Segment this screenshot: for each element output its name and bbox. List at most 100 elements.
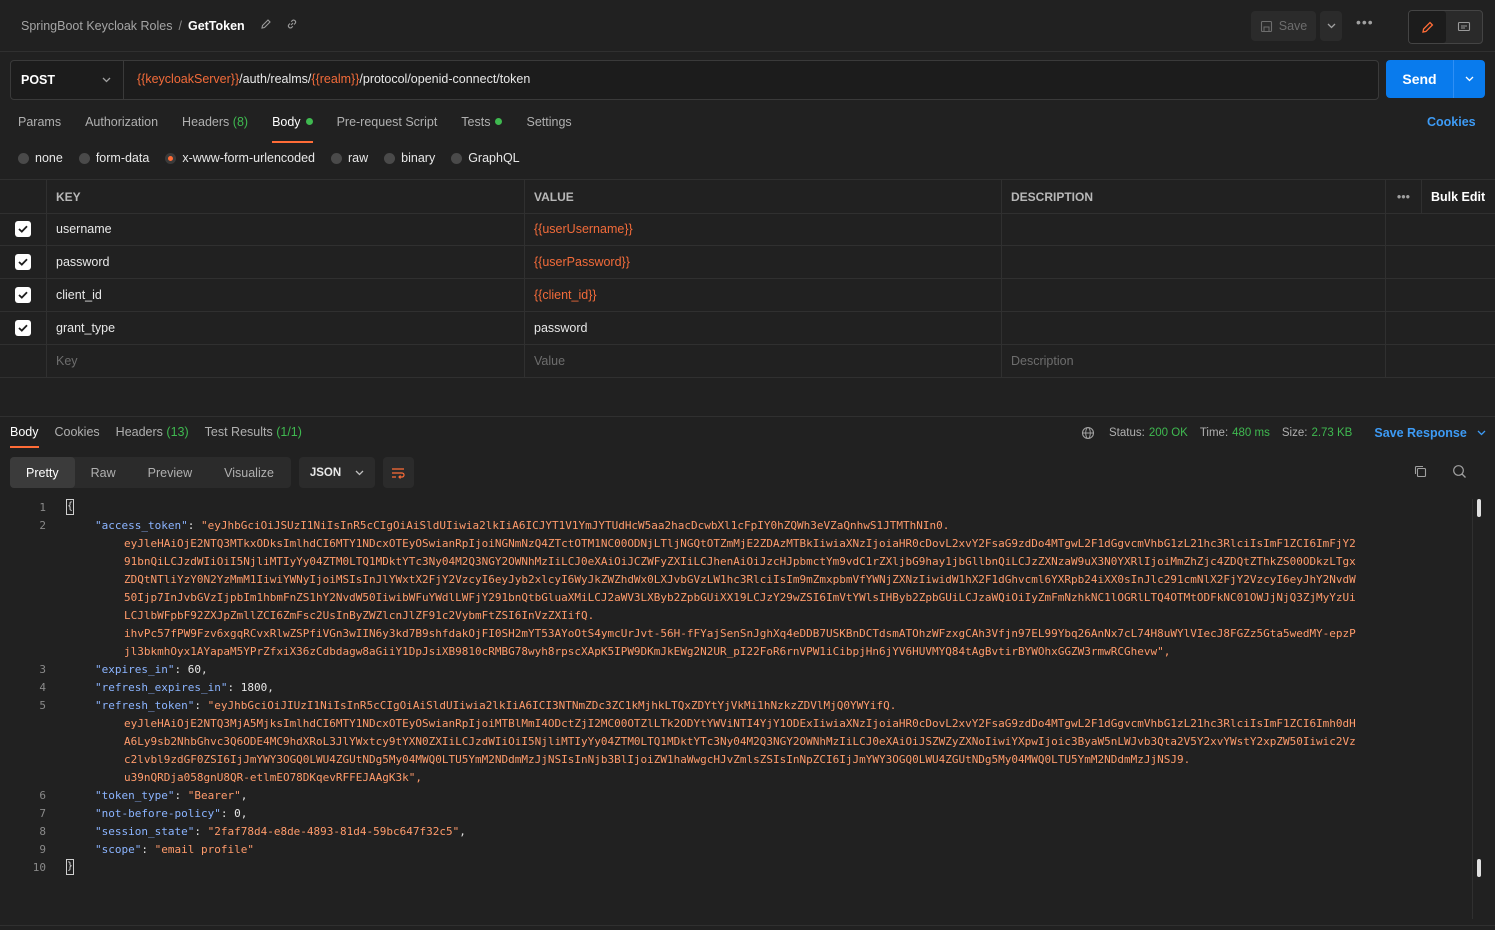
row-checkbox[interactable] — [15, 253, 31, 270]
tab-response-headers[interactable]: Headers (13) — [116, 425, 189, 439]
param-description[interactable] — [1002, 311, 1386, 344]
bulk-edit-button[interactable]: Bulk Edit — [1422, 180, 1495, 213]
radio-graphql[interactable]: GraphQL — [451, 151, 520, 165]
radio-x-www-form-urlencoded[interactable]: x-www-form-urlencoded — [165, 151, 315, 165]
new-description-input[interactable]: Description — [1002, 344, 1386, 377]
chevron-down-icon — [1465, 76, 1474, 82]
pane-divider[interactable] — [0, 416, 1495, 417]
view-visualize[interactable]: Visualize — [208, 457, 290, 488]
tab-authorization[interactable]: Authorization — [85, 115, 158, 137]
copy-icon[interactable] — [1413, 464, 1428, 479]
view-raw[interactable]: Raw — [75, 457, 132, 488]
radio-circle — [331, 152, 342, 164]
more-actions-button[interactable]: ••• — [1356, 14, 1374, 30]
line-number: 7 — [39, 807, 46, 820]
code-line: "refresh_expires_in": 1800, — [95, 681, 274, 694]
tab-tests[interactable]: Tests — [461, 115, 503, 137]
pencil-icon[interactable] — [260, 18, 272, 33]
tab-label: Params — [18, 115, 62, 129]
tab-settings[interactable]: Settings — [526, 115, 571, 137]
param-value[interactable]: password — [525, 311, 1002, 344]
save-response-button[interactable]: Save Response — [1374, 426, 1466, 440]
globe-icon[interactable] — [1081, 426, 1095, 440]
breadcrumb-request-name[interactable]: GetToken — [188, 19, 245, 33]
line-number: 6 — [39, 789, 46, 802]
row-checkbox-cell — [0, 311, 47, 344]
url-input[interactable]: {{keycloakServer}}/auth/realms/{{realm}}… — [137, 72, 530, 86]
radio-binary[interactable]: binary — [384, 151, 435, 165]
status-value[interactable]: 200 OK — [1149, 427, 1188, 439]
param-description[interactable] — [1002, 245, 1386, 278]
row-checkbox[interactable] — [15, 220, 31, 237]
view-pretty[interactable]: Pretty — [10, 457, 75, 488]
documentation-mode-button[interactable] — [1446, 11, 1483, 43]
url-variable-server: {{keycloakServer}} — [137, 72, 240, 86]
line-number: 1 — [39, 501, 46, 514]
time-value[interactable]: 480 ms — [1232, 427, 1270, 439]
param-key[interactable]: client_id — [47, 278, 525, 311]
table-row: password {{userPassword}} — [0, 245, 1495, 279]
tab-test-results[interactable]: Test Results (1/1) — [205, 425, 302, 439]
save-icon — [1260, 20, 1272, 32]
radio-form-data[interactable]: form-data — [78, 151, 149, 165]
radio-label: x-www-form-urlencoded — [182, 151, 315, 165]
tab-response-body[interactable]: Body — [10, 425, 39, 448]
param-value[interactable]: {{userUsername}} — [525, 212, 1002, 245]
edit-mode-button[interactable] — [1409, 11, 1446, 43]
headers-count: (8) — [232, 115, 249, 129]
tab-response-cookies[interactable]: Cookies — [55, 425, 100, 439]
bottom-divider — [0, 925, 1495, 926]
param-description[interactable] — [1002, 278, 1386, 311]
scrollbar-thumb[interactable] — [1477, 859, 1481, 877]
tab-headers[interactable]: Headers (8) — [182, 115, 248, 137]
param-key[interactable]: username — [47, 212, 525, 245]
view-mode-toggle — [1408, 10, 1483, 44]
method-select[interactable]: POST — [11, 61, 124, 99]
column-header-value: VALUE — [525, 180, 1002, 213]
format-select[interactable]: JSON — [299, 457, 375, 488]
row-checkbox-cell — [0, 212, 47, 245]
param-value[interactable]: {{userPassword}} — [525, 245, 1002, 278]
param-description[interactable] — [1002, 212, 1386, 245]
chevron-down-icon[interactable] — [1477, 430, 1486, 436]
cookies-link[interactable]: Cookies — [1427, 115, 1476, 129]
save-button[interactable]: Save — [1251, 11, 1316, 41]
save-options-button[interactable] — [1320, 11, 1342, 41]
fold-brace-close[interactable]: } — [66, 859, 74, 875]
code-line: eyJleHAiOjE2NTQ3MjA5MjksImlhdCI6MTY1NDcx… — [124, 717, 1356, 730]
format-label: JSON — [309, 466, 342, 479]
code-line: "session_state": "2faf78d4-e8de-4893-81d… — [95, 825, 466, 838]
test-results-count: (1/1) — [276, 425, 302, 439]
table-row: client_id {{client_id}} — [0, 278, 1495, 312]
view-preview[interactable]: Preview — [132, 457, 208, 488]
radio-none[interactable]: none — [18, 151, 63, 165]
time-label: Time: — [1199, 427, 1229, 439]
search-icon[interactable] — [1452, 464, 1467, 479]
link-icon[interactable] — [286, 18, 298, 33]
radio-label: binary — [401, 151, 436, 165]
new-key-input[interactable]: Key — [47, 344, 525, 377]
fold-brace-open[interactable]: { — [66, 499, 74, 515]
send-button[interactable]: Send — [1386, 60, 1453, 98]
tab-params[interactable]: Params — [18, 115, 61, 137]
radio-label: none — [35, 151, 63, 165]
row-checkbox[interactable] — [15, 286, 31, 303]
table-more-button[interactable]: ••• — [1386, 180, 1422, 213]
row-checkbox[interactable] — [15, 319, 31, 336]
size-value[interactable]: 2.73 KB — [1311, 427, 1352, 439]
breadcrumb-collection[interactable]: SpringBoot Keycloak Roles — [21, 19, 172, 33]
tab-pre-request-script[interactable]: Pre-request Script — [337, 115, 438, 137]
radio-raw[interactable]: raw — [331, 151, 368, 165]
new-value-input[interactable]: Value — [525, 344, 1002, 377]
tab-label: Pre-request Script — [336, 115, 438, 129]
tab-body[interactable]: Body — [272, 115, 313, 143]
param-value[interactable]: {{client_id}} — [525, 278, 1002, 311]
line-number: 2 — [39, 519, 46, 532]
tab-label: Settings — [526, 115, 572, 129]
comment-icon — [1457, 21, 1470, 31]
send-options-button[interactable] — [1453, 60, 1485, 98]
param-key[interactable]: grant_type — [47, 311, 525, 344]
param-key[interactable]: password — [47, 245, 525, 278]
wrap-lines-button[interactable] — [383, 457, 414, 488]
scrollbar-thumb[interactable] — [1477, 499, 1481, 517]
